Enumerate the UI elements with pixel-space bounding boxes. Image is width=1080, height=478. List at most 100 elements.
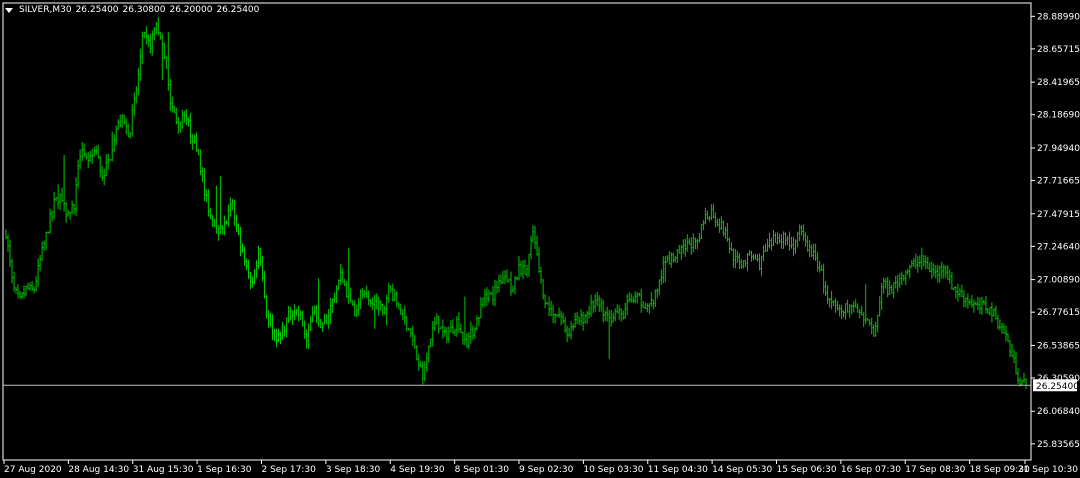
- ohlc-bar: [636, 292, 639, 304]
- ohlc-bar: [854, 298, 857, 308]
- ohlc-bar: [520, 261, 522, 277]
- ohlc-bar: [121, 114, 124, 128]
- ohlc-bar: [756, 254, 759, 262]
- ohlc-bar: [786, 235, 789, 246]
- ohlc-bar: [113, 134, 116, 152]
- ohlc-bar: [680, 244, 683, 260]
- ohlc-bar: [437, 316, 440, 334]
- ohlc-bar: [275, 328, 278, 348]
- ohlc-bar: [361, 288, 364, 300]
- ohlc-bar: [772, 230, 775, 246]
- ohlc-bar: [502, 270, 504, 285]
- ohlc-bar: [981, 296, 983, 315]
- ohlc-bar: [331, 298, 334, 313]
- chart-window[interactable]: 28.88990 28.65715 28.41965 28.18690 27.94940…: [0, 0, 1080, 478]
- ohlc-bar: [229, 197, 232, 217]
- ohlc-bar: [235, 214, 238, 232]
- ohlc-bar: [742, 260, 745, 269]
- ohlc-bar: [303, 320, 306, 339]
- ohlc-bar: [253, 269, 256, 285]
- ohlc-bar: [1001, 322, 1003, 334]
- time-axis[interactable]: 27 Aug 2020 28 Aug 14:30 31 Aug 15:30 1 Sep…: [3, 460, 1078, 475]
- ohlc-bar: [347, 248, 350, 305]
- ohlc-bar: [782, 231, 785, 249]
- ohlc-bar: [512, 285, 514, 293]
- ohlc-bar: [89, 150, 92, 162]
- ohlc-bar: [800, 224, 803, 236]
- ohlc-bar: [684, 238, 687, 257]
- ohlc-bar: [610, 309, 613, 327]
- ohlc-bar: [263, 271, 266, 299]
- dropdown-triangle-icon[interactable]: [5, 7, 13, 13]
- ohlc-bar: [115, 125, 118, 146]
- time-tick-label: 15 Sep 06:30: [776, 465, 836, 475]
- symbol-info-bar: SILVER,M30 26.25400 26.30800 26.20000 26…: [5, 3, 259, 17]
- ohlc-bar: [778, 233, 781, 244]
- ohlc-bar: [51, 210, 53, 222]
- ohlc-bar: [460, 323, 462, 334]
- ohlc-bar: [209, 208, 212, 220]
- ohlc-bar: [906, 269, 909, 275]
- ohlc-bar: [1015, 351, 1017, 375]
- ohlc-bar: [672, 252, 675, 263]
- ohlc-bar: [704, 207, 707, 225]
- low-price: 26.20000: [169, 5, 213, 15]
- ohlc-bar: [826, 285, 829, 305]
- ohlc-bar: [706, 210, 709, 220]
- ohlc-bar: [470, 321, 472, 344]
- ohlc-bar: [660, 269, 663, 285]
- ohlc-bar: [670, 252, 673, 268]
- ohlc-bar: [201, 166, 204, 183]
- ohlc-bar: [640, 288, 643, 313]
- ohlc-bar: [157, 16, 160, 36]
- ohlc-bar: [389, 285, 392, 293]
- ohlc-bar: [9, 239, 11, 268]
- ohlc-bar: [953, 287, 955, 291]
- ohlc-bar: [395, 291, 398, 308]
- ohlc-bar: [900, 271, 903, 285]
- ohlc-bar: [578, 316, 580, 325]
- ohlc-bar: [967, 293, 969, 309]
- ohlc-bar: [554, 313, 556, 324]
- ohlc-bar: [882, 277, 885, 294]
- ohlc-bar: [293, 304, 296, 321]
- ohlc-bar: [315, 304, 318, 324]
- ohlc-bar: [963, 289, 965, 308]
- ohlc-bar: [810, 244, 813, 257]
- ohlc-bar: [794, 239, 797, 254]
- ohlc-bar: [983, 300, 985, 306]
- ohlc-bar: [700, 223, 703, 240]
- price-tick-label: 28.65715: [1037, 45, 1080, 55]
- ohlc-bar: [267, 310, 270, 328]
- ohlc-bar: [928, 262, 931, 272]
- ohlc-bar: [959, 288, 961, 298]
- ohlc-bar: [788, 231, 791, 251]
- ohlc-bar: [977, 296, 979, 311]
- ohlc-bar: [381, 303, 384, 316]
- price-tick-label: 27.71665: [1037, 177, 1080, 187]
- ohlc-bar: [425, 352, 428, 372]
- ohlc-bar: [179, 121, 182, 133]
- ohlc-bar: [411, 325, 414, 346]
- ohlc-bar: [61, 187, 63, 202]
- ohlc-bar: [193, 134, 196, 144]
- ohlc-bar: [187, 117, 190, 127]
- ohlc-bar: [985, 295, 987, 314]
- ohlc-bar: [161, 33, 164, 81]
- ohlc-bar: [353, 300, 356, 317]
- ohlc-bar: [989, 306, 991, 316]
- ohlc-bar: [792, 236, 795, 257]
- ohlc-bar: [876, 314, 879, 333]
- ohlc-bar: [169, 78, 172, 112]
- ohlc-bar: [738, 253, 741, 269]
- ohlc-bar: [171, 96, 174, 113]
- price-chart[interactable]: 28.88990 28.65715 28.41965 28.18690 27.94940…: [0, 0, 1080, 478]
- time-tick-label: 1 Sep 16:30: [197, 465, 252, 475]
- price-bars: [5, 16, 1027, 390]
- ohlc-bar: [1023, 372, 1025, 383]
- ohlc-bar: [624, 302, 627, 319]
- ohlc-bar: [97, 144, 100, 159]
- ohlc-bar: [301, 310, 304, 327]
- ohlc-bar: [109, 159, 112, 161]
- ohlc-bar: [658, 279, 661, 296]
